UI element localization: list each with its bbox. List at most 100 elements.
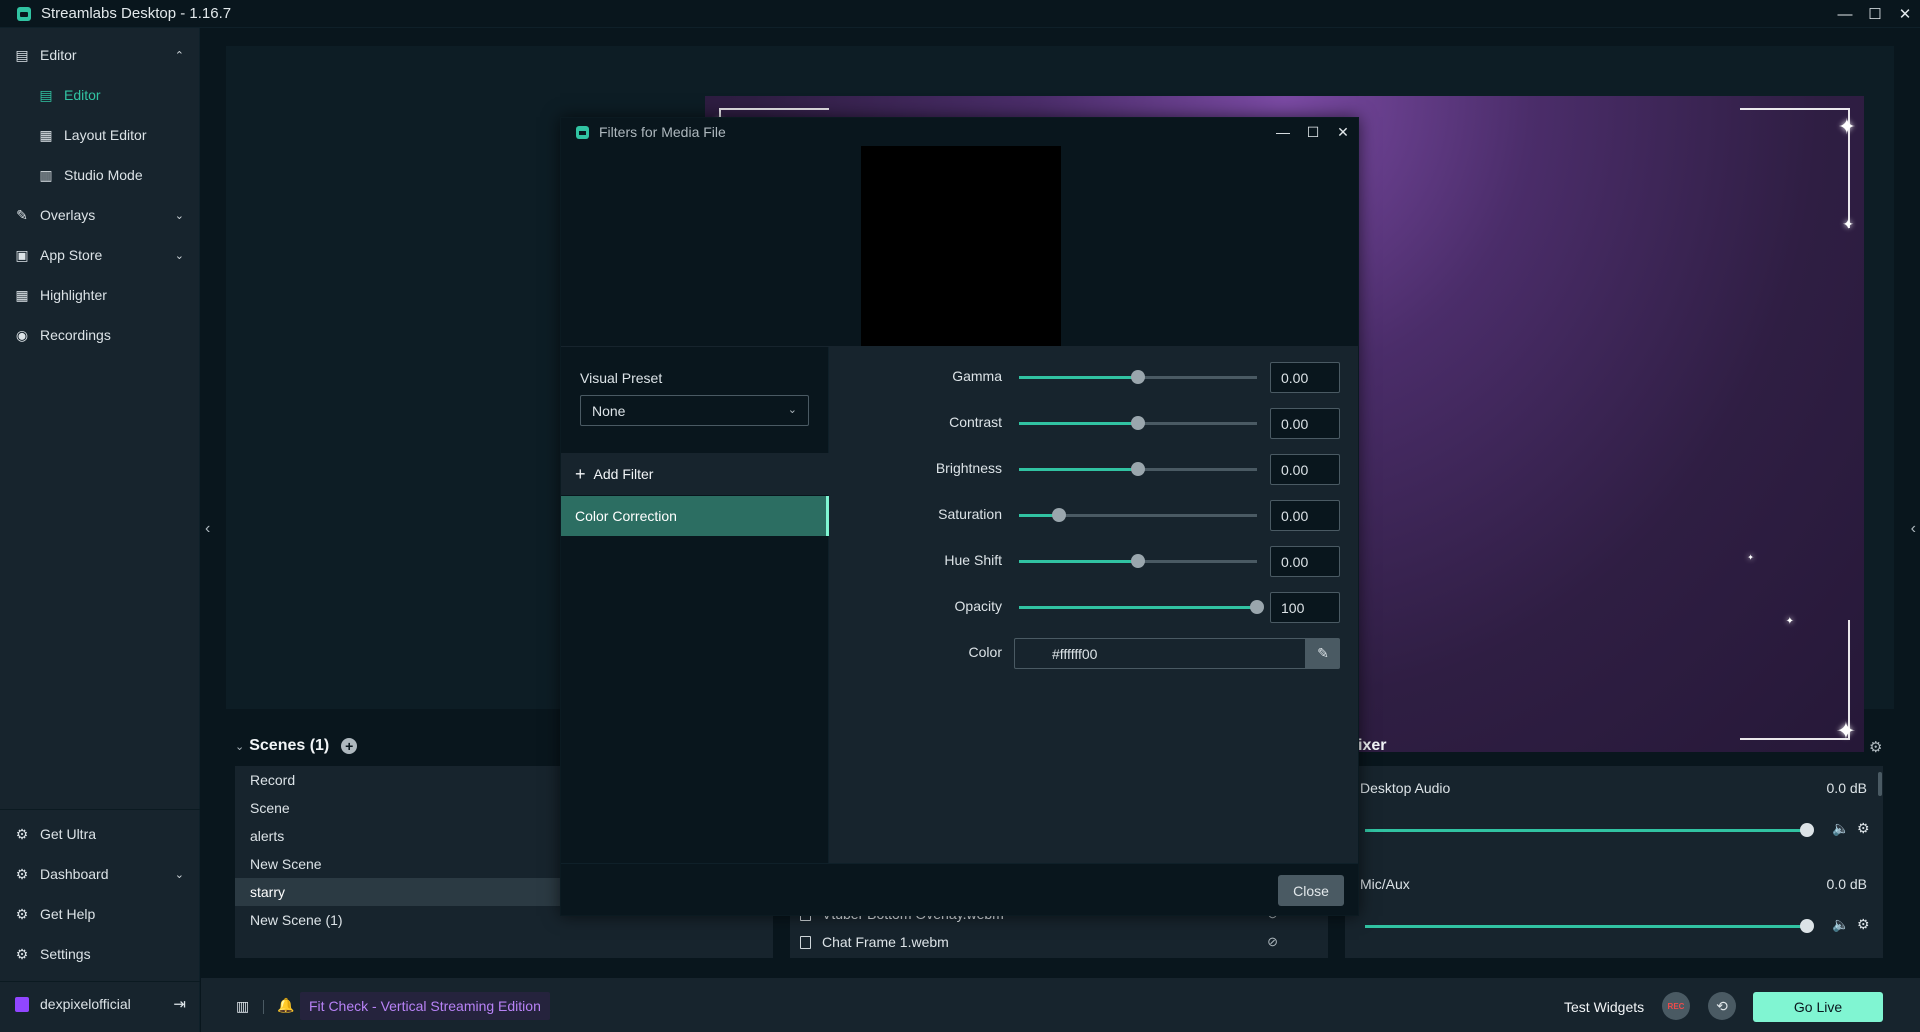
- sidebar-item-studio-mode[interactable]: ▥ Studio Mode: [0, 155, 200, 195]
- saturation-slider[interactable]: [1019, 508, 1257, 522]
- mixer-title: ixer: [1358, 737, 1387, 754]
- sidebar-item-highlighter[interactable]: ▦ Highlighter: [0, 275, 200, 315]
- app-title: Streamlabs Desktop - 1.16.7: [41, 5, 232, 22]
- layout-icon: ▦: [39, 126, 53, 143]
- volume-icon[interactable]: 🔈: [1832, 916, 1849, 933]
- overlays-icon: ✎: [16, 206, 28, 223]
- bell-icon[interactable]: 🔔: [277, 997, 294, 1014]
- color-input[interactable]: #ffffff00: [1014, 638, 1306, 669]
- media-preview: [861, 146, 1061, 346]
- notification-banner[interactable]: Fit Check - Vertical Streaming Edition: [300, 992, 550, 1020]
- opacity-input[interactable]: 100: [1270, 592, 1340, 623]
- volume-slider-handle[interactable]: [1800, 919, 1814, 933]
- sidebar-item-dashboard[interactable]: ⚙ Dashboard ⌄: [0, 854, 200, 894]
- property-brightness: Brightness 0.00: [829, 452, 1358, 486]
- volume-slider[interactable]: [1365, 829, 1805, 832]
- sidebar-divider: [0, 981, 200, 982]
- close-window-button[interactable]: ✕: [1890, 0, 1920, 28]
- hue-shift-slider[interactable]: [1019, 554, 1257, 568]
- rec-label: REC: [1667, 1001, 1685, 1011]
- contrast-input[interactable]: 0.00: [1270, 408, 1340, 439]
- source-label: Chat Frame 1.webm: [822, 934, 949, 950]
- slider-handle[interactable]: [1052, 508, 1067, 522]
- gamma-slider[interactable]: [1019, 370, 1257, 384]
- sidebar-item-app-store[interactable]: ▣ App Store ⌄: [0, 235, 200, 275]
- collapse-left-icon[interactable]: ‹: [205, 520, 210, 538]
- property-label: Contrast: [949, 414, 1002, 430]
- add-scene-button[interactable]: +: [341, 738, 358, 754]
- stats-icon[interactable]: ▥: [236, 998, 249, 1015]
- brightness-slider[interactable]: [1019, 462, 1257, 476]
- volume-slider[interactable]: [1365, 925, 1805, 928]
- sidebar-item-settings[interactable]: ⚙ Settings: [0, 934, 200, 974]
- studio-mode-icon: ▥: [39, 166, 53, 183]
- slider-handle[interactable]: [1131, 462, 1145, 476]
- filter-item-color-correction[interactable]: Color Correction: [561, 496, 829, 536]
- mixer-source-name: Desktop Audio: [1360, 780, 1451, 796]
- gear-icon[interactable]: ⚙: [1857, 820, 1870, 837]
- contrast-slider[interactable]: [1019, 416, 1257, 430]
- minimize-button[interactable]: —: [1268, 118, 1298, 146]
- opacity-slider[interactable]: [1019, 600, 1264, 614]
- saturation-input[interactable]: 0.00: [1270, 500, 1340, 531]
- star-icon: ✦: [1747, 553, 1754, 562]
- scrollbar[interactable]: [1878, 772, 1882, 796]
- logout-icon[interactable]: ⇥: [173, 995, 186, 1013]
- eyedropper-icon[interactable]: ✎: [1306, 638, 1340, 669]
- property-label: Color: [968, 644, 1002, 660]
- slider-handle[interactable]: [1131, 370, 1145, 384]
- brightness-input[interactable]: 0.00: [1270, 454, 1340, 485]
- property-gamma: Gamma 0.00: [829, 360, 1358, 394]
- gear-icon[interactable]: ⚙: [1869, 738, 1882, 756]
- user-row[interactable]: dexpixelofficial ⇥: [0, 983, 200, 1025]
- maximize-button[interactable]: ☐: [1298, 118, 1328, 146]
- go-live-button[interactable]: Go Live: [1753, 992, 1883, 1022]
- sidebar-item-label: Layout Editor: [64, 127, 147, 143]
- sidebar-item-label: Editor: [64, 87, 101, 103]
- twitch-icon: [15, 996, 29, 1012]
- chevron-down-icon[interactable]: ⌄: [235, 740, 244, 753]
- sidebar-item-layout-editor[interactable]: ▦ Layout Editor: [0, 115, 200, 155]
- chevron-up-icon: ⌃: [174, 49, 184, 62]
- collapse-right-icon[interactable]: ‹: [1911, 520, 1916, 538]
- dashboard-icon: ⚙: [15, 865, 29, 882]
- volume-slider-handle[interactable]: [1800, 823, 1814, 837]
- mixer-source-name: Mic/Aux: [1360, 876, 1410, 892]
- minimize-button[interactable]: —: [1830, 0, 1860, 28]
- audio-mixer: Desktop Audio 0.0 dB 🔈 ⚙ Mic/Aux 0.0 dB …: [1345, 766, 1883, 958]
- sidebar-item-editor[interactable]: ▤ Editor: [0, 75, 200, 115]
- filter-preview: [561, 146, 1358, 346]
- property-color: Color #ffffff00 ✎: [829, 636, 1358, 670]
- sidebar-item-label: Get Help: [40, 906, 96, 922]
- maximize-button[interactable]: ☐: [1860, 0, 1890, 28]
- slider-handle[interactable]: [1131, 554, 1145, 568]
- record-button[interactable]: REC: [1662, 992, 1690, 1020]
- add-filter-button[interactable]: + Add Filter: [561, 453, 829, 495]
- sidebar-item-overlays[interactable]: ✎ Overlays ⌄: [0, 195, 200, 235]
- slider-handle[interactable]: [1131, 416, 1145, 430]
- close-dialog-button[interactable]: ✕: [1328, 118, 1358, 146]
- hue-shift-input[interactable]: 0.00: [1270, 546, 1340, 577]
- property-label: Brightness: [935, 460, 1002, 476]
- sidebar-item-label: Editor: [40, 47, 77, 63]
- visual-preset-select[interactable]: None ⌄: [580, 395, 809, 426]
- scenes-header: ⌄ Scenes (1) +: [235, 737, 358, 755]
- gear-icon[interactable]: ⚙: [1857, 916, 1870, 933]
- volume-icon[interactable]: 🔈: [1832, 820, 1849, 837]
- visibility-icon[interactable]: ⊘: [1267, 934, 1278, 950]
- star-icon: ✦: [1842, 216, 1854, 232]
- test-widgets-button[interactable]: Test Widgets: [1564, 999, 1644, 1015]
- frame-corner: [1740, 620, 1850, 740]
- sidebar: ▤ Editor ⌃ ▤ Editor ▦ Layout Editor ▥ St…: [0, 28, 200, 1032]
- sidebar-item-recordings[interactable]: ◉ Recordings: [0, 315, 200, 355]
- close-button[interactable]: Close: [1278, 875, 1344, 906]
- sidebar-item-editor-group[interactable]: ▤ Editor ⌃: [0, 35, 200, 75]
- slider-handle[interactable]: [1250, 600, 1264, 614]
- sidebar-item-get-help[interactable]: ⚙ Get Help: [0, 894, 200, 934]
- property-opacity: Opacity 100: [829, 590, 1358, 624]
- sidebar-item-get-ultra[interactable]: ⚙ Get Ultra: [0, 814, 200, 854]
- replay-buffer-icon[interactable]: ⟲: [1708, 992, 1736, 1020]
- chevron-down-icon: ⌄: [787, 404, 797, 416]
- source-item[interactable]: Chat Frame 1.webm ⊘: [790, 928, 1328, 956]
- gamma-input[interactable]: 0.00: [1270, 362, 1340, 393]
